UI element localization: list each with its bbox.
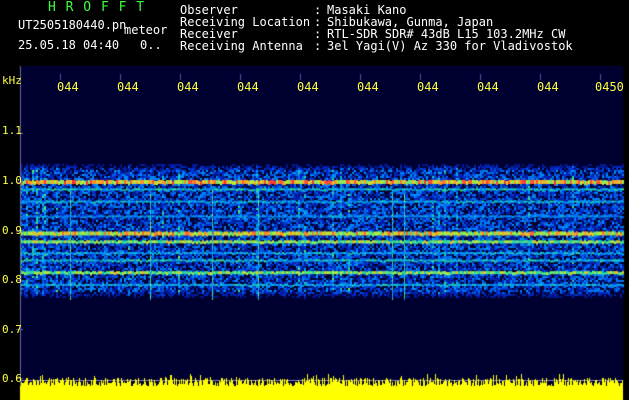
time-tick-label: 044 <box>297 80 319 94</box>
time-tick-label: 044 <box>357 80 379 94</box>
app-title: H R O F F T <box>48 0 146 15</box>
antenna-label: Receiving Antenna <box>180 39 303 53</box>
date-time: 25.05.18 04:40 <box>18 38 120 52</box>
y-tick-label: 0.8 <box>2 273 22 286</box>
time-tick-label: 044 <box>177 80 199 94</box>
antenna-separator: : <box>314 39 322 53</box>
time-tick-label: 0450 <box>595 80 624 94</box>
time-tick-label: 044 <box>117 80 139 94</box>
y-tick-label: 0.7 <box>2 323 22 336</box>
time-tick-label: 044 <box>237 80 259 94</box>
meteor-label: meteor <box>124 23 168 37</box>
y-tick-label: 1.0 <box>2 174 22 187</box>
spectrogram-canvas <box>0 0 629 400</box>
file-name: UT2505180440.pn <box>18 18 127 32</box>
y-tick-label: 0.9 <box>2 224 22 237</box>
y-tick-label: 0.6 <box>2 372 22 385</box>
y-axis-unit: kHz <box>2 74 22 87</box>
time-tick-label: 044 <box>477 80 499 94</box>
meteor-count: 0.. <box>140 38 162 52</box>
y-tick-label: 1.1 <box>2 124 22 137</box>
time-tick-label: 044 <box>57 80 79 94</box>
time-tick-label: 044 <box>537 80 559 94</box>
time-tick-label: 044 <box>417 80 439 94</box>
antenna-value: 3el Yagi(V) Az 330 for Vladivostok <box>327 39 573 53</box>
